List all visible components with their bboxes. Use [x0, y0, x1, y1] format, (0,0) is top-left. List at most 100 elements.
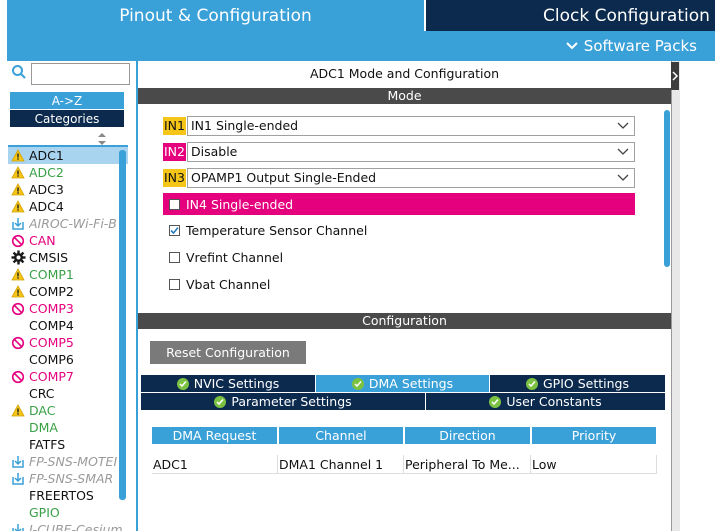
sidebar-item-label: ADC1 — [29, 148, 64, 163]
sidebar-item-label: DMA — [29, 420, 58, 435]
warning-icon — [10, 183, 26, 197]
sidebar-item-adc4[interactable]: ADC4 — [8, 198, 128, 215]
sidebar-item-fp-sns-motei[interactable]: FP-SNS-MOTEI — [8, 453, 128, 470]
tab-clock-configuration[interactable]: Clock Configuration — [426, 0, 715, 31]
checkbox-box[interactable] — [169, 278, 180, 290]
sidebar-item-label: COMP3 — [29, 301, 74, 316]
mode-scrollbar[interactable] — [664, 110, 670, 267]
tab-nvic-settings[interactable]: NVIC Settings — [141, 375, 315, 392]
chevron-down-icon — [566, 42, 578, 50]
sidebar-item-label: ADC4 — [29, 199, 64, 214]
in1-tag: IN1 — [163, 117, 186, 135]
table-cell-channel[interactable]: DMA1 Channel 1 — [278, 455, 403, 474]
sort-az-button[interactable]: A->Z — [10, 92, 124, 109]
in4-label: IN4 Single-ended — [186, 196, 294, 212]
checkbox-box[interactable] — [169, 251, 180, 263]
chevron-down-icon — [617, 122, 629, 129]
check-circle-icon — [351, 377, 364, 390]
sidebar-item-comp1[interactable]: COMP1 — [8, 266, 128, 283]
in2-value: Disable — [191, 144, 238, 159]
software-packs-menu[interactable]: Software Packs — [566, 37, 697, 55]
check-icon — [170, 226, 179, 234]
sidebar-item-i-cube-cesium[interactable]: I-CUBE-Cesium — [8, 521, 128, 531]
column-divider — [656, 455, 657, 474]
tab-pinout-configuration[interactable]: Pinout & Configuration — [7, 0, 424, 31]
sidebar-item-comp2[interactable]: COMP2 — [8, 283, 128, 300]
reset-configuration-button[interactable]: Reset Configuration — [150, 341, 306, 364]
warning-icon — [10, 404, 26, 418]
sidebar-item-label: CMSIS — [29, 250, 69, 265]
warning-icon — [10, 268, 26, 282]
sidebar-item-dac[interactable]: DAC — [8, 402, 128, 419]
column-header-dma-request[interactable]: DMA Request — [152, 427, 277, 444]
no-icon — [10, 319, 26, 333]
tab-label: User Constants — [506, 394, 602, 409]
sidebar-item-dma[interactable]: DMA — [8, 419, 128, 436]
in2-select[interactable]: Disable — [187, 142, 635, 162]
sidebar-item-adc3[interactable]: ADC3 — [8, 181, 128, 198]
sidebar-item-label: COMP7 — [29, 369, 74, 384]
no-icon — [10, 387, 26, 401]
tab-gpio-settings[interactable]: GPIO Settings — [490, 375, 665, 392]
sidebar-item-label: COMP4 — [29, 318, 74, 333]
sidebar-item-crc[interactable]: CRC — [8, 385, 128, 402]
sidebar-item-comp3[interactable]: COMP3 — [8, 300, 128, 317]
sidebar-item-adc2[interactable]: ADC2 — [8, 164, 128, 181]
sidebar-item-label: COMP1 — [29, 267, 74, 282]
tab-label: Parameter Settings — [231, 394, 352, 409]
sidebar-item-fatfs[interactable]: FATFS — [8, 436, 128, 453]
table-cell-dma-request[interactable]: ADC1 — [152, 455, 277, 474]
categories-button[interactable]: Categories — [10, 110, 124, 127]
sidebar-item-airoc-wi-fi-b[interactable]: AIROC-Wi-Fi-B — [8, 215, 128, 232]
sidebar-item-can[interactable]: CAN — [8, 232, 128, 249]
download-icon — [10, 455, 26, 469]
sidebar-item-adc1[interactable]: ADC1 — [8, 147, 128, 164]
vbat-checkbox[interactable]: Vbat Channel — [163, 275, 270, 293]
sidebar-item-gpio[interactable]: GPIO — [8, 504, 128, 521]
tab-user-constants[interactable]: User Constants — [426, 393, 665, 410]
disabled-icon — [10, 336, 26, 350]
sidebar-item-comp6[interactable]: COMP6 — [8, 351, 128, 368]
column-header-direction[interactable]: Direction — [405, 427, 530, 444]
in4-single-ended-checkbox[interactable]: IN4 Single-ended — [163, 193, 635, 215]
sidebar-item-freertos[interactable]: FREERTOS — [8, 487, 128, 504]
in1-select[interactable]: IN1 Single-ended — [187, 116, 635, 136]
checkbox-checked[interactable] — [169, 224, 180, 236]
no-icon — [10, 421, 26, 435]
sidebar-item-fp-sns-smar[interactable]: FP-SNS-SMAR — [8, 470, 128, 487]
download-icon — [10, 523, 26, 531]
column-header-channel[interactable]: Channel — [279, 427, 403, 444]
warning-icon — [10, 200, 26, 214]
sidebar-item-label: COMP2 — [29, 284, 74, 299]
sidebar-item-label: CRC — [29, 386, 55, 401]
tab-label: NVIC Settings — [193, 376, 280, 391]
sidebar-item-label: GPIO — [29, 505, 60, 520]
download-icon — [10, 472, 26, 486]
software-packs-label: Software Packs — [583, 37, 697, 55]
check-circle-icon — [176, 377, 189, 390]
disabled-icon — [10, 234, 26, 248]
sidebar-item-cmsis[interactable]: CMSIS — [8, 249, 128, 266]
sidebar-scrollbar[interactable] — [119, 150, 126, 500]
sidebar-item-label: CAN — [29, 233, 56, 248]
download-icon — [10, 217, 26, 231]
sidebar-item-comp4[interactable]: COMP4 — [8, 317, 128, 334]
sidebar-item-label: FP-SNS-MOTEI — [29, 454, 118, 469]
in3-select[interactable]: OPAMP1 Output Single-Ended — [187, 168, 635, 188]
disabled-icon — [10, 302, 26, 316]
warning-icon — [10, 149, 26, 163]
vrefint-checkbox[interactable]: Vrefint Channel — [163, 248, 283, 266]
tab-parameter-settings[interactable]: Parameter Settings — [141, 393, 425, 410]
column-header-priority[interactable]: Priority — [532, 427, 656, 444]
sidebar-item-comp7[interactable]: COMP7 — [8, 368, 128, 385]
table-cell-direction[interactable]: Peripheral To Me... — [404, 455, 529, 474]
checkbox-box[interactable] — [169, 198, 180, 210]
table-cell-priority[interactable]: Low — [531, 455, 656, 474]
configuration-section-header: Configuration — [138, 313, 671, 329]
temperature-sensor-checkbox[interactable]: Temperature Sensor Channel — [163, 221, 367, 239]
mode-section-header: Mode — [138, 88, 671, 104]
tab-dma-settings[interactable]: DMA Settings — [316, 375, 489, 392]
sidebar-item-comp5[interactable]: COMP5 — [8, 334, 128, 351]
search-input[interactable] — [31, 63, 130, 85]
collapse-panel-icon[interactable] — [671, 62, 679, 90]
